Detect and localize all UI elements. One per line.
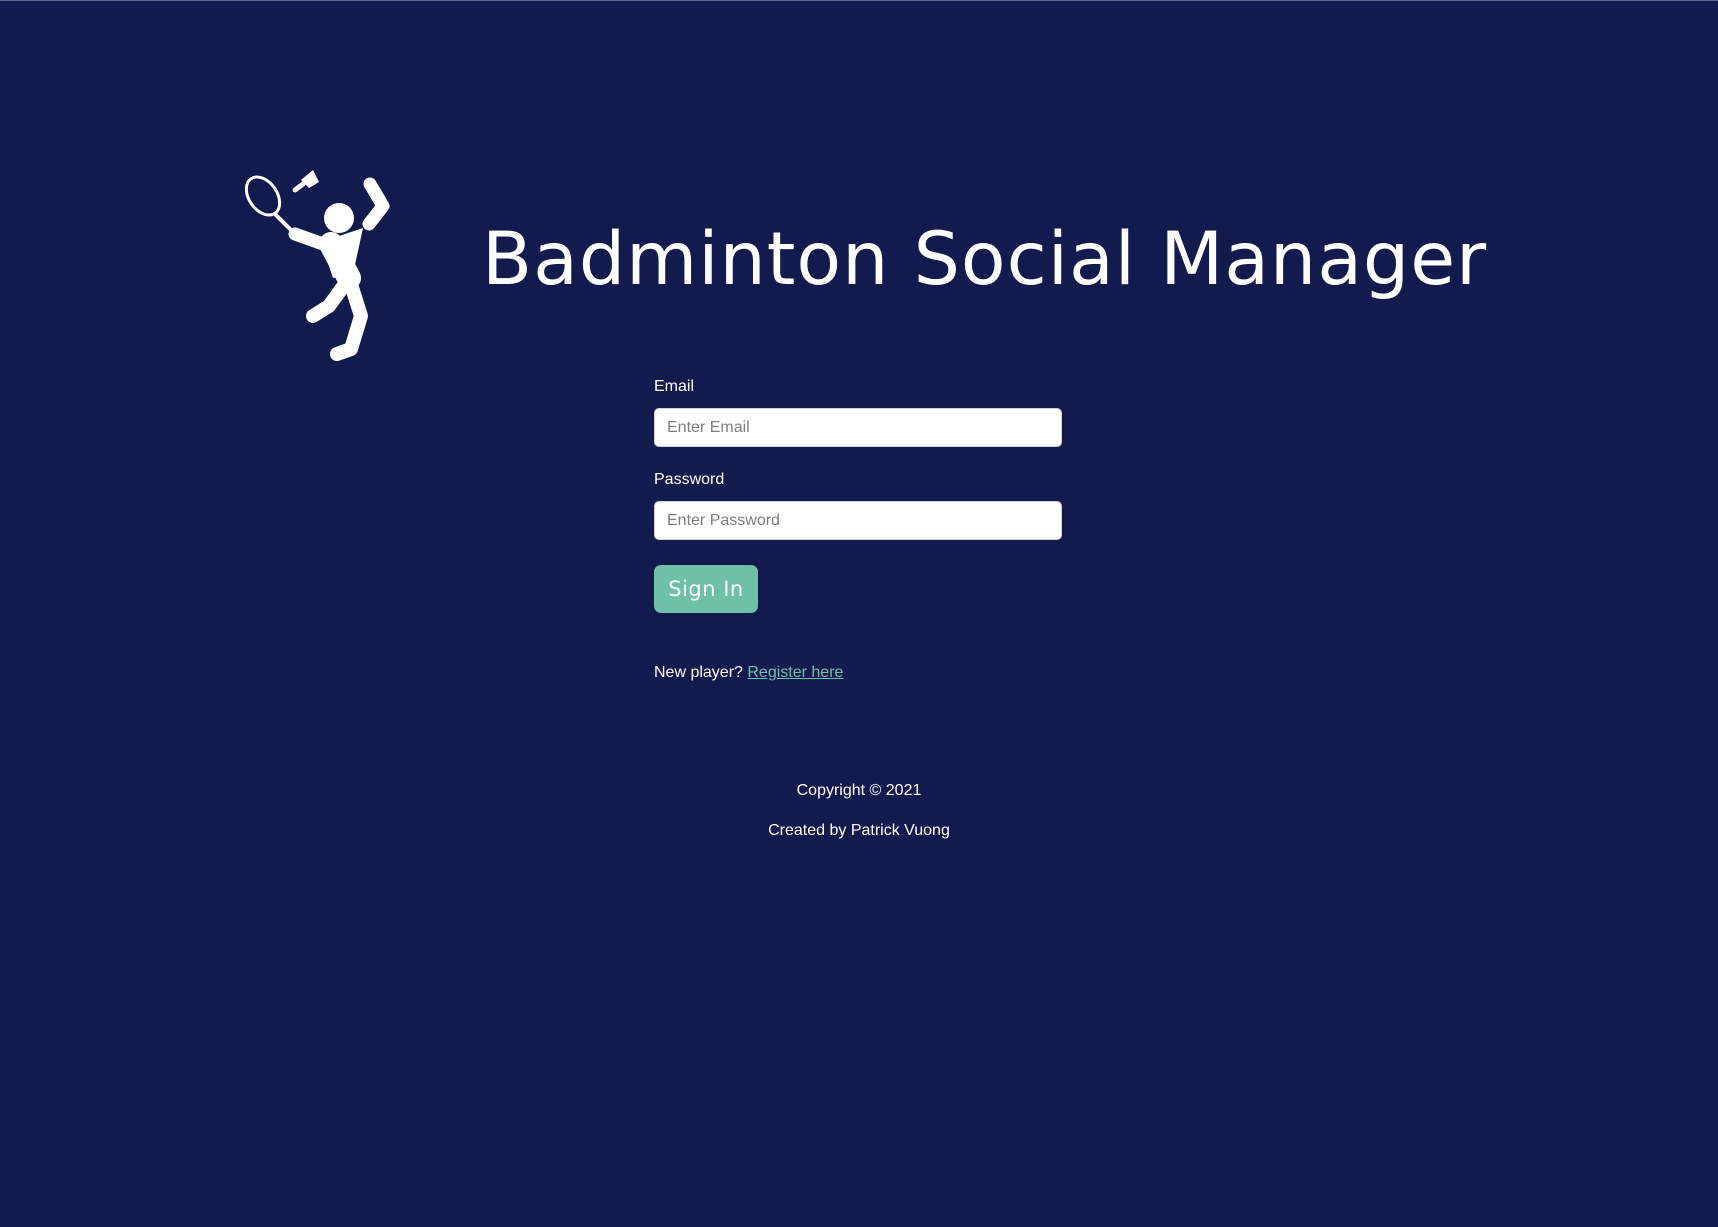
page-title: Badminton Social Manager <box>482 217 1488 302</box>
page-header: Badminton Social Manager <box>0 1 1718 371</box>
sign-in-button[interactable]: Sign In <box>654 565 758 613</box>
register-link[interactable]: Register here <box>747 664 843 681</box>
credit-text: Created by Patrick Vuong <box>768 822 950 839</box>
email-field-group: Email <box>654 377 1062 447</box>
copyright-text: Copyright © 2021 <box>796 782 922 799</box>
password-label: Password <box>654 471 725 488</box>
login-form: Email Password Sign In New player? Regis… <box>654 377 1062 683</box>
email-label: Email <box>654 378 695 395</box>
register-prompt: New player? <box>654 664 748 681</box>
page-footer: Copyright © 2021 Created by Patrick Vuon… <box>0 781 1718 861</box>
register-line: New player? Register here <box>654 663 1062 683</box>
password-field-group: Password <box>654 470 1062 540</box>
badminton-player-icon <box>245 170 390 361</box>
password-input[interactable] <box>654 501 1062 540</box>
email-input[interactable] <box>654 408 1062 447</box>
